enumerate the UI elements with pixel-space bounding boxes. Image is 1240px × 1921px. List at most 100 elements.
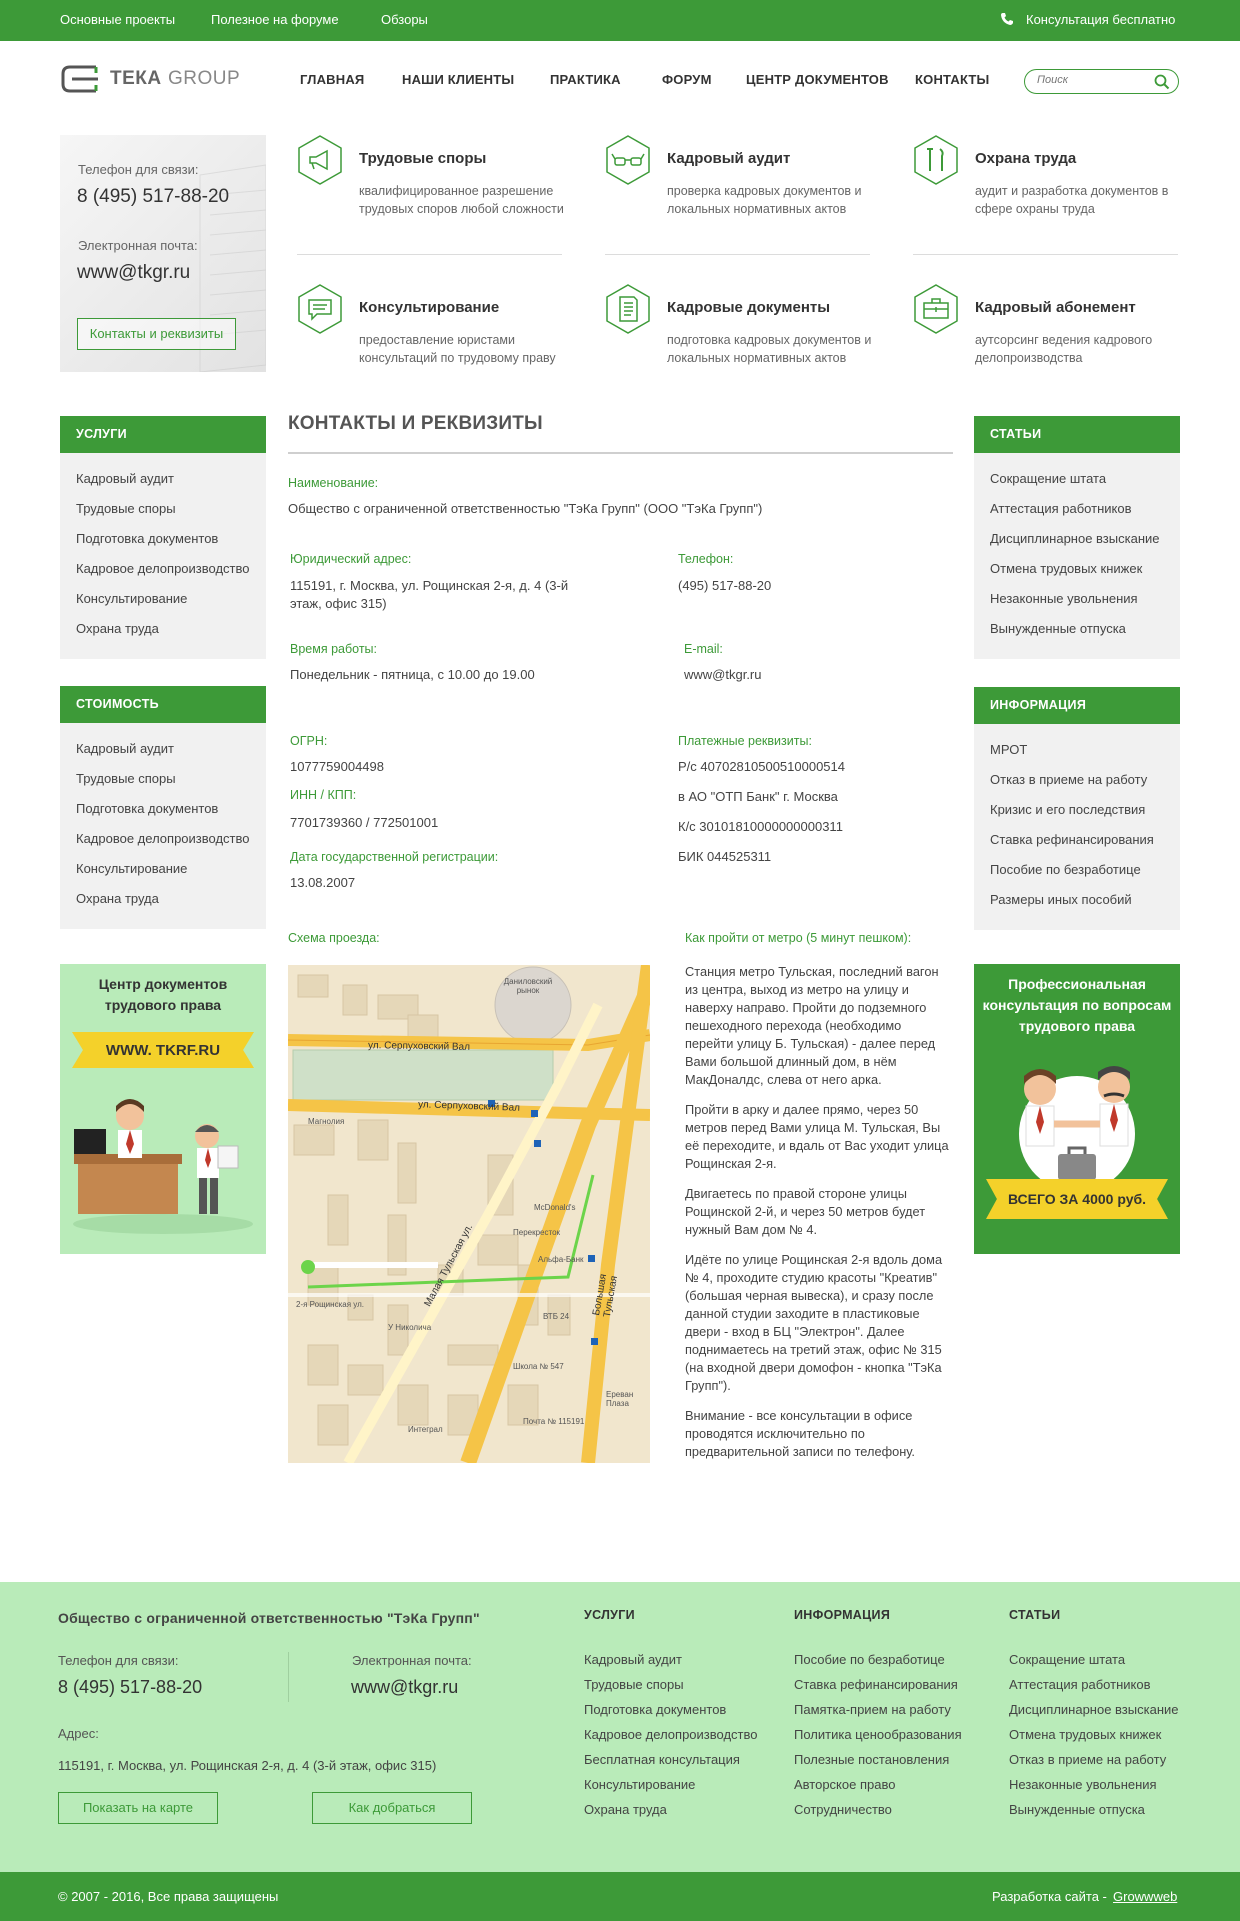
sidebar-item[interactable]: Отмена трудовых книжек [990, 561, 1142, 576]
directions-paragraph: Пройти в арку и далее прямо, через 50 ме… [685, 1102, 949, 1171]
banner-consultation[interactable]: Профессиональная консультация по вопроса… [974, 964, 1180, 1254]
footer-link[interactable]: Кадровый аудит [584, 1652, 682, 1667]
top-link-projects[interactable]: Основные проекты [60, 12, 175, 27]
banner-title: Центр документов трудового права [98, 976, 228, 1013]
service-title: Кадровый абонемент [975, 299, 1136, 316]
footer-link[interactable]: Ставка рефинансирования [794, 1677, 958, 1692]
sidebar-item[interactable]: Трудовые споры [76, 501, 176, 516]
sidebar-item[interactable]: Охрана труда [76, 891, 159, 906]
email-value[interactable]: www@tkgr.ru [684, 666, 762, 684]
footer-link[interactable]: Политика ценообразования [794, 1727, 962, 1742]
footer-link[interactable]: Сотрудничество [794, 1802, 892, 1817]
sidebar-item[interactable]: Аттестация работников [990, 501, 1132, 516]
sidebar-item[interactable]: Вынужденные отпуска [990, 621, 1126, 636]
sidebar-item[interactable]: Трудовые споры [76, 771, 176, 786]
sidebar-item[interactable]: Кадровое делопроизводство [76, 561, 249, 576]
document-icon [606, 284, 650, 334]
developer-link[interactable]: Growwweb [1113, 1889, 1177, 1904]
footer-link[interactable]: Бесплатная консультация [584, 1752, 740, 1767]
sidebar-item[interactable]: Кадровый аудит [76, 741, 174, 756]
footer-email[interactable]: www@tkgr.ru [351, 1677, 458, 1698]
sidebar-item[interactable]: Подготовка документов [76, 531, 218, 546]
footer-link[interactable]: Полезные постановления [794, 1752, 949, 1767]
banner-ribbon-text: ВСЕГО ЗА 4000 руб. [1007, 1191, 1147, 1207]
map-label: Схема проезда: [288, 931, 380, 945]
card-email[interactable]: www@tkgr.ru [77, 262, 190, 284]
payment-line: в АО "ОТП Банк" г. Москва [678, 789, 838, 804]
sidebar-title: СТОИМОСТЬ [60, 686, 266, 723]
footer-link[interactable]: Аттестация работников [1009, 1677, 1151, 1692]
footer-link[interactable]: Незаконные увольнения [1009, 1777, 1157, 1792]
registration-label: Дата государственной регистрации: [290, 850, 499, 864]
free-consult-link[interactable]: Консультация бесплатно [1026, 12, 1175, 27]
nav-documents[interactable]: ЦЕНТР ДОКУМЕНТОВ [746, 72, 889, 87]
map-label-poi: Ереван Плаза [606, 1390, 634, 1408]
footer-link[interactable]: Дисциплинарное взыскание [1009, 1702, 1179, 1717]
tools-icon [914, 135, 958, 185]
how-to-get-button[interactable]: Как добраться [312, 1792, 472, 1824]
footer-link[interactable]: Подготовка документов [584, 1702, 726, 1717]
map-label-poi: Даниловский рынок [503, 977, 553, 995]
footer-link[interactable]: Отмена трудовых книжек [1009, 1727, 1161, 1742]
footer-link[interactable]: Вынужденные отпуска [1009, 1802, 1145, 1817]
sidebar-item[interactable]: Размеры иных пособий [990, 892, 1132, 907]
nav-forum[interactable]: ФОРУМ [662, 72, 712, 87]
office-workers-illustration-icon [73, 1099, 253, 1234]
inn-value: 7701739360 / 772501001 [290, 815, 439, 830]
directions-paragraph: Идёте по улице Рощинская 2-я вдоль дома … [685, 1252, 943, 1393]
map-label-poi: Магнолия [308, 1117, 345, 1126]
map-label-poi: ВТБ 24 [543, 1312, 570, 1321]
sidebar-item[interactable]: Сокращение штата [990, 471, 1106, 486]
footer-link[interactable]: Консультирование [584, 1777, 695, 1792]
footer-link[interactable]: Кадровое делопроизводство [584, 1727, 757, 1742]
ogrn-label: ОГРН: [290, 734, 328, 748]
logo[interactable]: ТЕКА GROUP [60, 64, 260, 94]
nav-home[interactable]: ГЛАВНАЯ [300, 72, 364, 87]
footer-link[interactable]: Трудовые споры [584, 1677, 684, 1692]
contacts-button[interactable]: Контакты и реквизиты [77, 318, 236, 350]
nav-clients[interactable]: НАШИ КЛИЕНТЫ [402, 72, 514, 87]
route-map[interactable]: ул. Серпуховский Вал ул. Серпуховский Ва… [288, 965, 650, 1463]
payment-line: Р/с 40702810500510000514 [678, 759, 845, 774]
footer-link[interactable]: Авторское право [794, 1777, 895, 1792]
nav-practice[interactable]: ПРАКТИКА [550, 72, 621, 87]
nav-contacts[interactable]: КОНТАКТЫ [915, 72, 989, 87]
service-title: Кадровый аудит [667, 150, 791, 167]
sidebar-item[interactable]: Отказ в приеме на работу [990, 772, 1147, 787]
sidebar-item[interactable]: МРОТ [990, 742, 1027, 757]
top-link-forum[interactable]: Полезное на форуме [211, 12, 339, 27]
sidebar-item[interactable]: Консультирование [76, 591, 187, 606]
search-icon[interactable] [1154, 74, 1170, 90]
sidebar-item[interactable]: Консультирование [76, 861, 187, 876]
footer-link[interactable]: Сокращение штата [1009, 1652, 1125, 1667]
sidebar-item[interactable]: Незаконные увольнения [990, 591, 1138, 606]
sidebar-item[interactable]: Кадровое делопроизводство [76, 831, 249, 846]
footer-company: Общество с ограниченной ответственностью… [58, 1610, 480, 1626]
footer-link[interactable]: Пособие по безработице [794, 1652, 945, 1667]
service-title: Кадровые документы [667, 299, 831, 316]
sidebar-articles: СТАТЬИ Сокращение штата Аттестация работ… [974, 416, 1180, 659]
sidebar-item[interactable]: Кадровый аудит [76, 471, 174, 486]
top-link-reviews[interactable]: Обзоры [381, 12, 428, 27]
service-title: Трудовые споры [359, 150, 487, 167]
footer-col-title: УСЛУГИ [584, 1608, 635, 1622]
sidebar-information: ИНФОРМАЦИЯ МРОТ Отказ в приеме на работу… [974, 687, 1180, 930]
sidebar-item[interactable]: Охрана труда [76, 621, 159, 636]
search-input[interactable] [1037, 74, 1147, 86]
sidebar-item[interactable]: Ставка рефинансирования [990, 832, 1154, 847]
sidebar-item[interactable]: Дисциплинарное взыскание [990, 531, 1160, 546]
sidebar-item[interactable]: Пособие по безработице [990, 862, 1141, 877]
footer-link[interactable]: Охрана труда [584, 1802, 667, 1817]
title-divider [288, 452, 953, 454]
sidebar-item[interactable]: Подготовка документов [76, 801, 218, 816]
registration-value: 13.08.2007 [290, 875, 356, 890]
sidebar-item[interactable]: Кризис и его последствия [990, 802, 1145, 817]
service-desc: квалифицированное разрешение трудовых сп… [359, 184, 564, 216]
address-label: Юридический адрес: [290, 552, 412, 566]
name-label: Наименование: [288, 476, 379, 490]
banner-tkrf[interactable]: Центр документов трудового права WWW. TK… [60, 964, 266, 1254]
footer-link[interactable]: Отказ в приеме на работу [1009, 1752, 1166, 1767]
show-on-map-button[interactable]: Показать на карте [58, 1792, 218, 1824]
footer-link[interactable]: Памятка-прием на работу [794, 1702, 951, 1717]
sidebar-title: СТАТЬИ [974, 416, 1180, 453]
